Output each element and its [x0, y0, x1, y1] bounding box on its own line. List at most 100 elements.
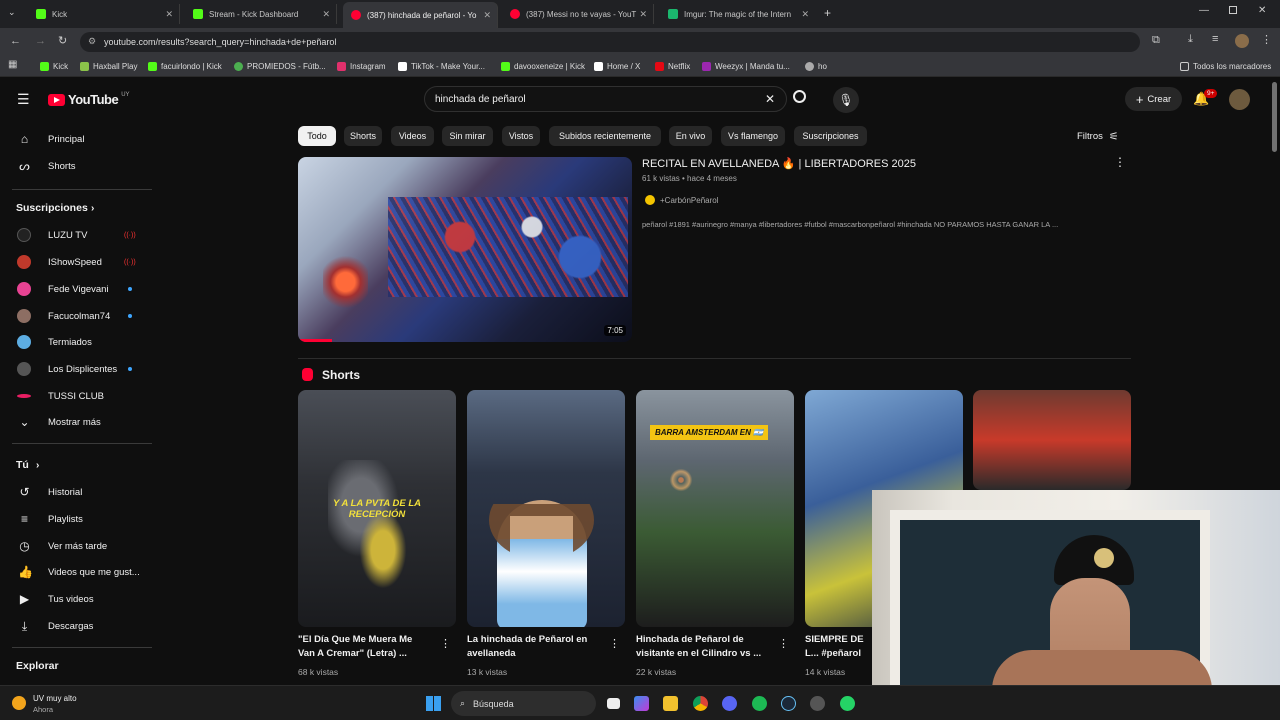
video-thumbnail[interactable]: 7:05	[298, 157, 632, 342]
sidebar-item-subscription[interactable]: Termiados	[0, 329, 150, 355]
discord-icon[interactable]	[722, 696, 737, 711]
browser-tab-active[interactable]: (387) hinchada de peñarol - Yo ✕	[343, 2, 498, 28]
menu-kebab-icon[interactable]: ⋮	[1261, 33, 1272, 46]
sidebar-item-subscription[interactable]: Fede Vigevani	[0, 276, 150, 302]
short-menu-icon[interactable]: ⋮	[440, 637, 451, 650]
close-window-icon[interactable]: ✕	[1258, 5, 1266, 16]
app-icon[interactable]	[810, 696, 825, 711]
copilot-icon[interactable]	[634, 696, 649, 711]
short-menu-icon[interactable]: ⋮	[609, 637, 620, 650]
sidebar-item-your-videos[interactable]: ▶ Tus videos	[0, 586, 150, 612]
file-explorer-icon[interactable]	[663, 696, 678, 711]
sidebar-item-subscription[interactable]: LUZU TV ((·))	[0, 222, 150, 248]
you-header[interactable]: Tú ›	[0, 452, 150, 478]
bookmark-item[interactable]: ho	[805, 62, 827, 71]
close-tab-icon[interactable]: ✕	[639, 9, 647, 20]
close-tab-icon[interactable]: ✕	[322, 9, 330, 20]
chip-suscripciones[interactable]: Suscripciones	[794, 126, 867, 146]
browser-tab[interactable]: Kick ✕	[28, 4, 180, 24]
bookmark-item[interactable]: Netflix	[655, 62, 690, 71]
chip-vistos[interactable]: Vistos	[502, 126, 540, 146]
steam-icon[interactable]	[781, 696, 796, 711]
short-title[interactable]: La hinchada de Peñarol en avellaneda	[467, 633, 602, 661]
sidebar-item-historial[interactable]: ↺ Historial	[0, 479, 150, 505]
new-tab-icon[interactable]: +	[824, 6, 831, 20]
short-thumbnail[interactable]: BARRA AMSTERDAM EN 🇦🇷	[636, 390, 794, 627]
site-info-icon[interactable]: ⚙	[88, 36, 96, 47]
profile-avatar-icon[interactable]	[1235, 34, 1249, 48]
channel-link[interactable]: +CarbónPeñarol	[645, 195, 718, 205]
apps-grid-icon[interactable]: ▦	[8, 59, 17, 70]
close-tab-icon[interactable]: ✕	[165, 9, 173, 20]
sidebar-item-watch-later[interactable]: ◷ Ver más tarde	[0, 533, 150, 559]
hamburger-menu-icon[interactable]: ☰	[17, 91, 30, 108]
sidebar-item-downloads[interactable]: ⤓ Descargas	[0, 613, 150, 639]
sidebar-item-shorts[interactable]: ᔕ Shorts	[0, 153, 150, 179]
bookmark-item[interactable]: PROMIEDOS - Fútb...	[234, 62, 326, 71]
task-view-icon[interactable]	[607, 698, 620, 709]
back-icon[interactable]: ←	[10, 35, 21, 47]
weather-label[interactable]: UV muy alto	[33, 694, 77, 703]
chip-todo[interactable]: Todo	[298, 126, 336, 146]
browser-tab[interactable]: (387) Messi no te vayas - YouT ✕	[502, 4, 654, 24]
voice-search-icon[interactable]: 🎙	[833, 87, 859, 113]
extensions-icon[interactable]: ⧉	[1152, 34, 1160, 47]
tab-list-icon[interactable]: ⌄	[8, 7, 16, 18]
filters-button[interactable]: Filtros ⚟	[1077, 130, 1119, 143]
show-more-button[interactable]: ⌄ Mostrar más	[0, 409, 150, 435]
short-thumbnail[interactable]	[973, 390, 1131, 490]
bookmark-item[interactable]: Instagram	[337, 62, 386, 71]
whatsapp-icon[interactable]	[840, 696, 855, 711]
maximize-icon[interactable]	[1229, 6, 1237, 14]
bookmark-item[interactable]: facuirlondo | Kick	[148, 62, 222, 71]
browser-tab[interactable]: Stream - Kick Dashboard ✕	[185, 4, 337, 24]
sidebar-item-principal[interactable]: ⌂ Principal	[0, 126, 150, 152]
media-icon[interactable]: ≡	[1212, 33, 1218, 45]
minimize-icon[interactable]: —	[1199, 5, 1209, 16]
subscriptions-header[interactable]: Suscripciones ›	[0, 195, 150, 221]
short-menu-icon[interactable]: ⋮	[778, 637, 789, 650]
sidebar-item-subscription[interactable]: Facucolman74	[0, 303, 150, 329]
chip-subidos-recientemente[interactable]: Subidos recientemente	[549, 126, 661, 146]
address-bar[interactable]: ⚙ youtube.com/results?search_query=hinch…	[80, 32, 1140, 52]
search-input[interactable]: hinchada de peñarol	[435, 94, 526, 105]
taskbar-search[interactable]: ⌕ Búsqueda	[451, 691, 596, 716]
short-title[interactable]: SIEMPRE DE L... #peñarol #cop...	[805, 633, 871, 661]
close-tab-icon[interactable]: ✕	[483, 10, 491, 21]
chip-vs-flamengo[interactable]: Vs flamengo	[721, 126, 785, 146]
video-title[interactable]: RECITAL EN AVELLANEDA 🔥 | LIBERTADORES 2…	[642, 157, 916, 170]
bookmark-item[interactable]: davooxeneize | Kick	[501, 62, 585, 71]
account-avatar[interactable]	[1229, 89, 1250, 110]
short-title[interactable]: Hinchada de Peñarol de visitante en el C…	[636, 633, 771, 661]
short-title[interactable]: "El Día Que Me Muera Me Van A Cremar" (L…	[298, 633, 428, 661]
chip-sin-mirar[interactable]: Sin mirar	[442, 126, 493, 146]
search-box[interactable]: hinchada de peñarol ✕	[424, 86, 787, 112]
spotify-icon[interactable]	[752, 696, 767, 711]
sidebar-item-subscription[interactable]: IShowSpeed ((·))	[0, 249, 150, 275]
scrollbar[interactable]	[1272, 82, 1277, 152]
search-icon[interactable]	[793, 90, 806, 103]
reload-icon[interactable]: ↻	[58, 34, 67, 47]
chrome-icon[interactable]	[693, 696, 708, 711]
sidebar-item-playlists[interactable]: ≡ Playlists	[0, 506, 150, 532]
bookmark-item[interactable]: Kick	[40, 62, 68, 71]
browser-tab[interactable]: Imgur: The magic of the Intern ✕	[660, 4, 815, 24]
bookmark-item[interactable]: TikTok - Make Your...	[398, 62, 485, 71]
create-button[interactable]: + Crear	[1125, 87, 1182, 111]
bookmark-item[interactable]: Weezyx | Manda tu...	[702, 62, 790, 71]
youtube-logo[interactable]: YouTube UY	[48, 92, 130, 107]
sidebar-item-liked-videos[interactable]: 👍 Videos que me gust...	[0, 559, 150, 585]
bookmark-item[interactable]: Home / X	[594, 62, 640, 71]
all-bookmarks-folder[interactable]: Todos los marcadores	[1180, 62, 1271, 71]
clear-search-icon[interactable]: ✕	[765, 92, 775, 106]
sidebar-item-subscription[interactable]: Los Displicentes	[0, 356, 150, 382]
sidebar-item-subscription[interactable]: TUSSI CLUB	[0, 383, 150, 409]
close-tab-icon[interactable]: ✕	[801, 9, 809, 20]
chip-shorts[interactable]: Shorts	[344, 126, 382, 146]
windows-start-icon[interactable]	[426, 696, 441, 711]
short-thumbnail[interactable]	[467, 390, 625, 627]
forward-icon[interactable]: →	[35, 35, 46, 47]
video-menu-icon[interactable]: ⋮	[1114, 155, 1126, 169]
downloads-icon[interactable]: ⤓	[1188, 33, 1193, 46]
chip-en-vivo[interactable]: En vivo	[669, 126, 712, 146]
